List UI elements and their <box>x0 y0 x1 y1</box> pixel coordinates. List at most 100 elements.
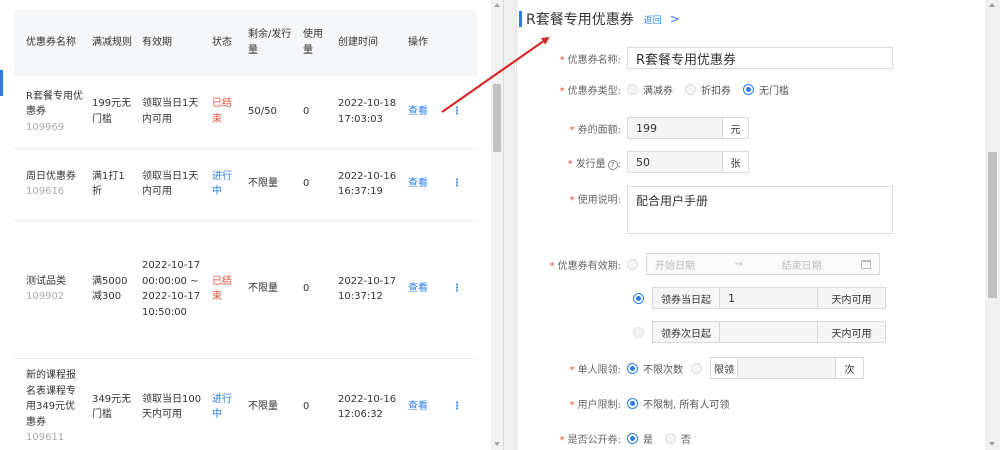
end-date-placeholder: 结束日期 <box>781 260 822 272</box>
limit-count-input[interactable] <box>738 357 836 379</box>
scroll-up-arrow-icon[interactable] <box>494 3 500 7</box>
coupon-rule: 满1打1折 <box>88 148 138 221</box>
type-option-full-reduction[interactable]: 满减券 <box>627 82 673 97</box>
calendar-icon[interactable] <box>861 259 871 269</box>
title-accent-bar <box>519 11 522 27</box>
next-day-label: 领券次日起 <box>652 321 720 343</box>
coupon-validity: 2022-10-17 00:00:00 ~ 2022-10-17 10:50:0… <box>138 220 208 359</box>
view-link[interactable]: 查看 <box>408 178 428 189</box>
limit-prefix: 限领 <box>710 357 738 379</box>
same-day-label: 领券当日起 <box>652 287 720 309</box>
radio-selected-icon[interactable] <box>627 362 638 374</box>
description-label: 使用说明: <box>577 195 621 206</box>
view-link[interactable]: 查看 <box>408 106 428 117</box>
scroll-down-arrow-icon[interactable] <box>494 442 500 446</box>
radio-icon[interactable] <box>685 84 696 95</box>
back-link[interactable]: 返回 <box>644 13 662 26</box>
radio-icon[interactable] <box>691 362 702 374</box>
more-vertical-icon[interactable]: ⋮ <box>452 106 462 117</box>
coupon-used: 0 <box>299 148 334 221</box>
active-nav-indicator <box>0 70 3 96</box>
coupon-detail-panel: R套餐专用优惠券 返回 > * 优惠券名称: R套餐专用优惠券 * 优惠券类型: 满… <box>517 0 1000 450</box>
more-vertical-icon[interactable]: ⋮ <box>452 401 462 412</box>
radio-icon[interactable] <box>665 433 676 444</box>
coupon-name: 周日优惠券 <box>26 170 76 182</box>
user-limit-label: 用户限制: <box>577 400 621 411</box>
list-scrollbar[interactable] <box>491 0 503 450</box>
left-nav-edge <box>0 0 14 450</box>
public-option-yes[interactable]: 是 <box>627 431 653 446</box>
form-row-name: * 优惠券名称: R套餐专用优惠券 <box>517 47 893 69</box>
form-row-limit: * 单人限领: 不限次数 限领 次 <box>517 357 864 379</box>
form-row-issue: * 发行量?: 50 张 <box>517 151 749 173</box>
coupon-id: 109611 <box>26 432 65 444</box>
coupon-remaining: 不限量 <box>244 358 299 450</box>
col-header-name: 优惠券名称 <box>14 10 88 76</box>
coupon-remaining: 不限量 <box>244 220 299 359</box>
col-header-remaining: 剩余/发行量 <box>244 10 299 76</box>
coupon-name: R套餐专用优惠券 <box>26 90 83 118</box>
coupon-id: 109969 <box>26 121 65 133</box>
issue-unit: 张 <box>723 151 749 173</box>
limit-unit: 次 <box>836 357 864 379</box>
coupon-name-cell: 测试品类 109902 <box>14 220 88 359</box>
help-circle-icon[interactable]: ? <box>607 159 618 170</box>
coupon-name: 新的课程报名表课程专用349元优惠券 <box>26 370 76 428</box>
type-option-discount[interactable]: 折扣券 <box>685 82 731 97</box>
table-row: 新的课程报名表课程专用349元优惠券 109611 349元无门槛 领取当日100… <box>14 358 478 450</box>
status-badge: 进行中 <box>208 148 244 221</box>
same-day-days-input[interactable]: 1 <box>720 287 818 309</box>
type-option-no-threshold[interactable]: 无门槛 <box>743 82 789 97</box>
description-textarea[interactable]: 配合用户手册 <box>627 186 893 234</box>
more-vertical-icon[interactable]: ⋮ <box>452 178 462 189</box>
col-header-rule: 满减规则 <box>88 10 138 76</box>
coupon-used: 0 <box>299 76 334 149</box>
chevron-right-icon[interactable]: > <box>670 12 680 26</box>
coupon-created: 2022-10-16 12:06:32 <box>334 358 404 450</box>
col-header-created: 创建时间 <box>334 10 404 76</box>
view-link[interactable]: 查看 <box>408 401 428 412</box>
issue-input[interactable]: 50 <box>627 151 723 173</box>
limit-option-unlimited[interactable]: 不限次数 <box>627 361 683 376</box>
form-row-next-day: 领券次日起 天内可用 <box>633 321 886 343</box>
coupon-name-cell: 新的课程报名表课程专用349元优惠券 109611 <box>14 358 88 450</box>
coupon-validity: 领取当日100天内可用 <box>138 358 208 450</box>
date-range-picker[interactable]: 开始日期 → 结束日期 <box>646 253 880 275</box>
amount-input[interactable]: 199 <box>627 117 723 139</box>
validity-label: 优惠券有效期: <box>557 260 621 272</box>
col-header-used: 使用量 <box>299 10 334 76</box>
scroll-up-arrow-icon[interactable] <box>989 3 995 7</box>
view-link[interactable]: 查看 <box>408 283 428 294</box>
coupon-name-cell: R套餐专用优惠券 109969 <box>14 76 88 149</box>
coupon-created: 2022-10-17 10:37:12 <box>334 220 404 359</box>
radio-icon[interactable] <box>627 84 638 95</box>
scroll-down-arrow-icon[interactable] <box>989 442 995 446</box>
scrollbar-thumb[interactable] <box>493 84 501 152</box>
radio-selected-icon[interactable] <box>743 84 754 95</box>
col-header-validity: 有效期 <box>138 10 208 76</box>
coupon-remaining: 50/50 <box>244 76 299 149</box>
user-option-all[interactable]: 不限制, 所有人可领 <box>627 396 729 411</box>
more-vertical-icon[interactable]: ⋮ <box>452 283 462 294</box>
radio-icon[interactable] <box>633 326 644 338</box>
amount-unit: 元 <box>723 117 749 139</box>
coupon-name-input[interactable]: R套餐专用优惠券 <box>627 47 893 69</box>
public-option-no[interactable]: 否 <box>665 431 691 446</box>
coupon-used: 0 <box>299 358 334 450</box>
coupon-validity: 领取当日1天内可用 <box>138 148 208 221</box>
radio-icon[interactable] <box>627 258 638 270</box>
detail-scrollbar[interactable] <box>985 0 1000 450</box>
coupon-id: 109616 <box>26 186 65 197</box>
radio-selected-icon[interactable] <box>627 433 638 444</box>
form-row-user-limit: * 用户限制: 不限制, 所有人可领 <box>517 396 741 411</box>
scrollbar-thumb[interactable] <box>988 152 997 298</box>
coupon-rule: 满5000减300 <box>88 220 138 359</box>
next-day-days-input[interactable] <box>720 321 818 343</box>
coupon-rule: 349元无门槛 <box>88 358 138 450</box>
status-badge: 已结束 <box>208 220 244 359</box>
coupon-rule: 199元无门槛 <box>88 76 138 149</box>
radio-selected-icon[interactable] <box>633 292 644 304</box>
coupon-table: 优惠券名称 满减规则 有效期 状态 剩余/发行量 使用量 创建时间 操作 R套餐… <box>14 10 478 450</box>
same-day-unit: 天内可用 <box>818 287 886 309</box>
radio-selected-icon[interactable] <box>627 398 638 409</box>
